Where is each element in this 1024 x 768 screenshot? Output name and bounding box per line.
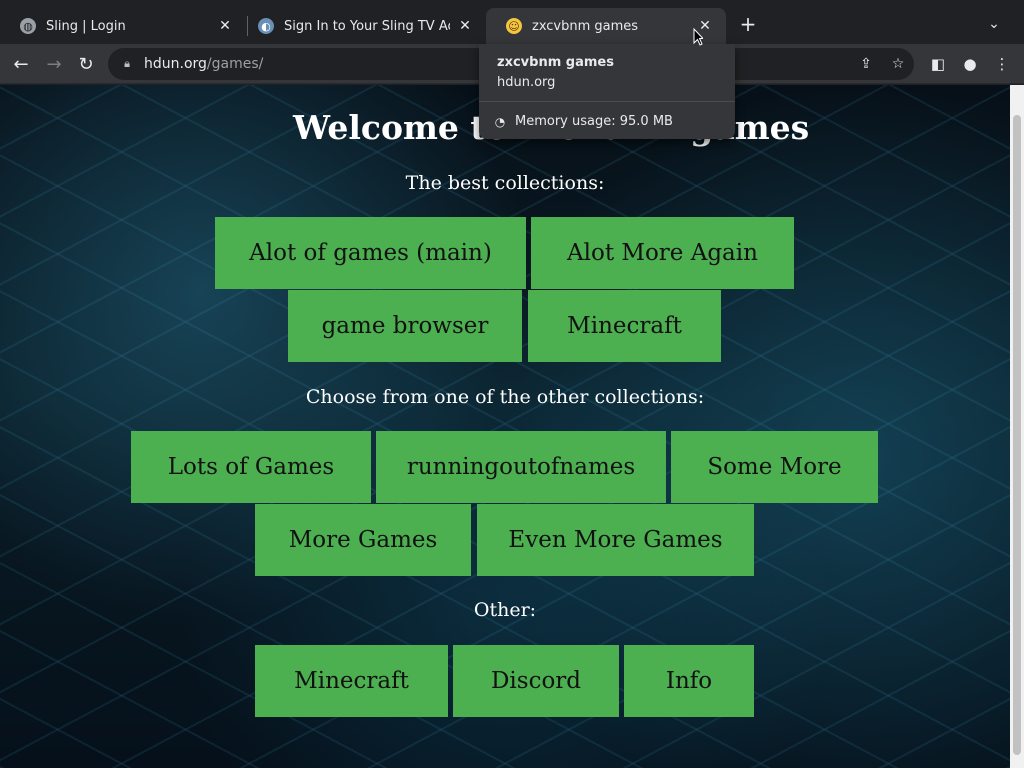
- profile-avatar-icon[interactable]: ●: [958, 52, 982, 76]
- best-collections-label: The best collections:: [405, 172, 605, 194]
- globe-icon: ◍: [20, 18, 36, 34]
- best-collection-button[interactable]: Alot More Again: [531, 217, 794, 289]
- back-arrow-icon[interactable]: ←: [9, 52, 33, 76]
- mouse-cursor-icon: [693, 28, 703, 46]
- other-link-button[interactable]: Discord: [453, 645, 619, 717]
- tab-hover-card: zxcvbnm games hdun.org ◔ Memory usage: 9…: [479, 44, 735, 139]
- share-icon[interactable]: ⇪: [856, 54, 876, 74]
- other-link-button[interactable]: Info: [624, 645, 754, 717]
- page-content: Welcome to zxcvbnm games The best collec…: [0, 85, 1010, 768]
- best-collection-button[interactable]: Minecraft: [528, 290, 721, 362]
- tab-title: zxcvbnm games: [532, 18, 639, 34]
- scrollbar-thumb[interactable]: [1013, 115, 1021, 755]
- close-icon[interactable]: ✕: [216, 17, 234, 35]
- best-collection-button[interactable]: Alot of games (main): [215, 217, 526, 289]
- url-domain: hdun.org: [144, 56, 207, 72]
- other-label: Other:: [473, 599, 537, 621]
- other-collection-button[interactable]: Some More: [671, 431, 878, 503]
- lock-icon[interactable]: 🔒︎: [120, 57, 134, 71]
- tab-sling-signin[interactable]: ◐ Sign In to Your Sling TV Account ✕: [238, 8, 486, 44]
- page-scrollbar[interactable]: [1010, 85, 1024, 768]
- hover-card-title: zxcvbnm games: [497, 55, 614, 70]
- new-tab-button[interactable]: +: [737, 12, 759, 36]
- other-collection-button[interactable]: Lots of Games: [131, 431, 371, 503]
- tab-title: Sling | Login: [46, 18, 126, 34]
- side-panel-icon[interactable]: ◧: [926, 52, 950, 76]
- close-icon[interactable]: ✕: [456, 17, 474, 35]
- hover-card-divider: [479, 101, 735, 102]
- other-link-button[interactable]: Minecraft: [255, 645, 448, 717]
- reload-icon[interactable]: ↻: [74, 52, 98, 76]
- other-collection-button[interactable]: Even More Games: [477, 504, 754, 576]
- best-collection-button[interactable]: game browser: [288, 290, 522, 362]
- tab-sling-login[interactable]: ◍ Sling | Login ✕: [0, 8, 246, 44]
- hover-card-domain: hdun.org: [497, 75, 556, 90]
- other-collections-label: Choose from one of the other collections…: [305, 386, 705, 408]
- tab-search-chevron-icon[interactable]: ⌄: [984, 13, 1004, 35]
- kebab-menu-icon[interactable]: ⋮: [990, 52, 1014, 76]
- memory-gauge-icon: ◔: [494, 114, 506, 129]
- sling-icon: ◐: [258, 18, 274, 34]
- smiley-icon: ☺: [506, 18, 522, 34]
- url-text[interactable]: hdun.org/games/: [144, 56, 263, 72]
- url-path: /games/: [206, 56, 264, 72]
- memory-usage-text: Memory usage: 95.0 MB: [515, 114, 673, 129]
- tab-zxcvbnm-games[interactable]: ☺ zxcvbnm games ✕: [486, 8, 726, 44]
- tab-title: Sign In to Your Sling TV Account: [284, 18, 450, 34]
- other-collection-button[interactable]: More Games: [255, 504, 471, 576]
- forward-arrow-icon[interactable]: →: [42, 52, 66, 76]
- hover-card-memory: ◔ Memory usage: 95.0 MB: [493, 114, 673, 129]
- other-collection-button[interactable]: runningoutofnames: [376, 431, 666, 503]
- tab-strip: ◍ Sling | Login ✕ ◐ Sign In to Your Slin…: [0, 0, 1024, 44]
- bookmark-star-icon[interactable]: ☆: [888, 54, 908, 74]
